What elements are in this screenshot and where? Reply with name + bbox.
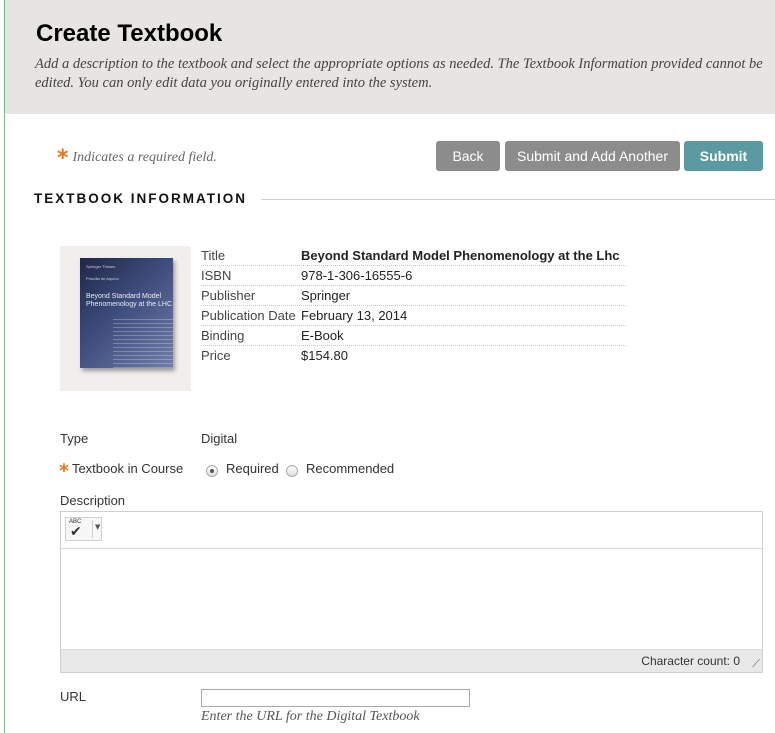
info-row-binding: Binding E-Book bbox=[201, 326, 626, 346]
radio-recommended[interactable] bbox=[286, 465, 298, 477]
back-button[interactable]: Back bbox=[436, 141, 500, 171]
info-row-title: Title Beyond Standard Model Phenomenolog… bbox=[201, 246, 626, 266]
required-star-icon: * bbox=[59, 460, 69, 482]
toolbar-divider bbox=[92, 520, 93, 538]
info-label: Title bbox=[201, 248, 226, 263]
radio-required-label[interactable]: Required bbox=[226, 461, 279, 476]
url-label: URL bbox=[60, 689, 87, 704]
description-textarea[interactable] bbox=[61, 550, 762, 649]
chevron-down-icon[interactable]: ▼ bbox=[95, 523, 100, 531]
textbook-in-course-label: * Textbook in Course bbox=[59, 460, 183, 482]
spellcheck-icon: ✔ bbox=[70, 524, 82, 540]
info-row-isbn: ISBN 978-1-306-16555-6 bbox=[201, 266, 626, 286]
info-row-publication-date: Publication Date February 13, 2014 bbox=[201, 306, 626, 326]
character-count: Character count: 0 bbox=[641, 654, 740, 668]
submit-button[interactable]: Submit bbox=[684, 141, 763, 171]
textbook-in-course-text: Textbook in Course bbox=[71, 461, 184, 476]
info-value: E-Book bbox=[301, 328, 344, 343]
cover-author: Priscilla de Aquino bbox=[86, 276, 119, 281]
radio-recommended-label[interactable]: Recommended bbox=[306, 461, 394, 476]
cover-series: Springer Theses bbox=[86, 264, 116, 269]
url-help-text: Enter the URL for the Digital Textbook bbox=[201, 709, 420, 724]
book-cover-image: Springer Theses Priscilla de Aquino Beyo… bbox=[80, 258, 173, 368]
page-frame: Create Textbook Add a description to the… bbox=[4, 0, 775, 733]
info-label: Publisher bbox=[201, 288, 256, 303]
editor-toolbar: ABC ✔ ▼ bbox=[61, 512, 762, 549]
info-label: Publication Date bbox=[201, 308, 296, 323]
info-value: $154.80 bbox=[301, 348, 348, 363]
cover-stripes bbox=[113, 318, 173, 368]
info-row-price: Price $154.80 bbox=[201, 346, 626, 366]
page-title: Create Textbook bbox=[36, 20, 223, 47]
required-note-text: Indicates a required field. bbox=[72, 150, 217, 165]
editor-status-bar: Character count: 0 ⟋ bbox=[61, 649, 762, 672]
required-field-note: * Indicates a required field. bbox=[57, 146, 217, 171]
page-description: Add a description to the textbook and se… bbox=[35, 56, 763, 91]
info-label: ISBN bbox=[201, 268, 232, 283]
section-divider bbox=[261, 199, 775, 200]
radio-required[interactable] bbox=[206, 465, 218, 477]
type-value: Digital bbox=[201, 431, 238, 446]
submit-and-add-another-button[interactable]: Submit and Add Another bbox=[505, 141, 680, 171]
cover-title: Beyond Standard Model Phenomenology at t… bbox=[86, 293, 172, 308]
resize-grip-icon[interactable]: ⟋ bbox=[752, 657, 760, 671]
required-star-icon: * bbox=[57, 146, 69, 171]
section-title: TEXTBOOK INFORMATION bbox=[34, 191, 247, 206]
url-input[interactable] bbox=[201, 689, 470, 707]
description-label: Description bbox=[60, 493, 126, 508]
info-label: Binding bbox=[201, 328, 245, 343]
info-label: Price bbox=[201, 348, 231, 363]
info-row-publisher: Publisher Springer bbox=[201, 286, 626, 306]
info-value: Springer bbox=[301, 288, 351, 303]
spellcheck-button[interactable]: ABC ✔ ▼ bbox=[65, 517, 102, 541]
info-value: 978-1-306-16555-6 bbox=[301, 268, 413, 283]
info-value: Beyond Standard Model Phenomenology at t… bbox=[301, 248, 620, 263]
page-header: Create Textbook Add a description to the… bbox=[5, 0, 775, 114]
type-label: Type bbox=[60, 431, 89, 446]
info-value: February 13, 2014 bbox=[301, 308, 408, 323]
description-editor: ABC ✔ ▼ Character count: 0 ⟋ bbox=[60, 511, 763, 673]
